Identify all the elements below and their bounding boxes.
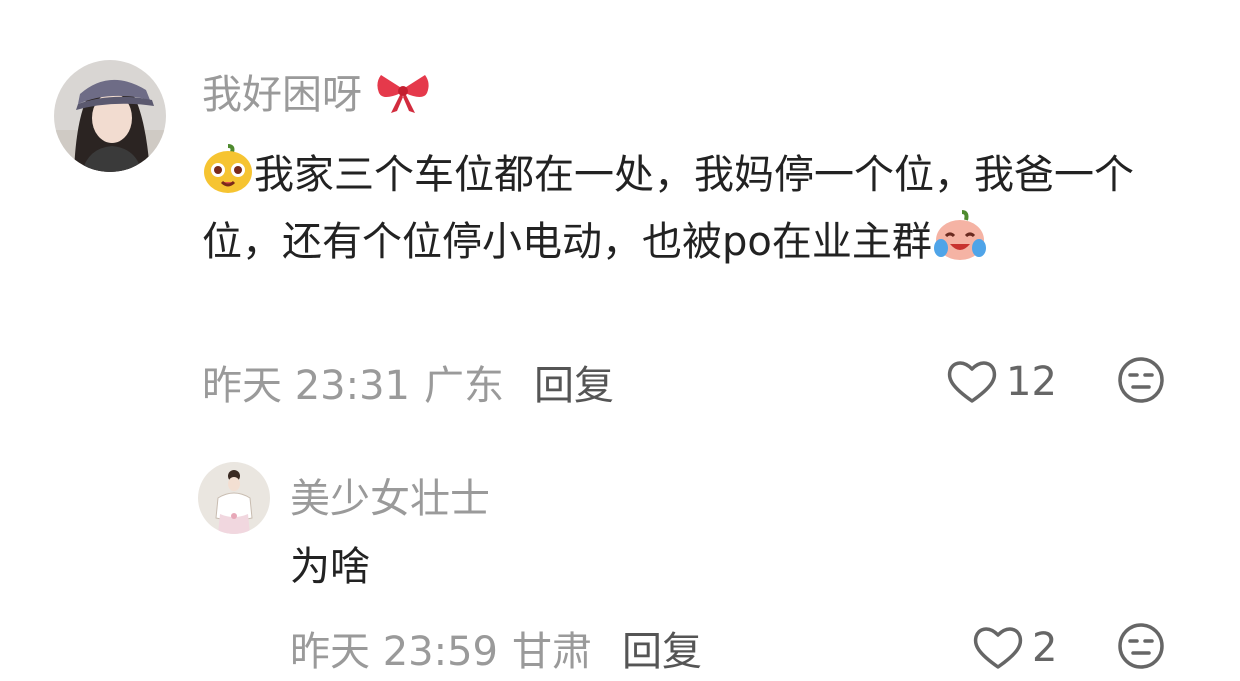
heart-icon — [946, 359, 998, 405]
bow-icon — [375, 69, 431, 125]
heart-icon — [972, 625, 1024, 671]
like-count: 12 — [1006, 359, 1057, 405]
orange-face-emoji-icon — [202, 144, 254, 210]
reply-avatar[interactable] — [198, 462, 270, 534]
comment-username[interactable]: 我好困呀 — [202, 62, 431, 125]
comment-location: 广东 — [424, 363, 504, 409]
dislike-button[interactable] — [1116, 356, 1166, 408]
reply-dislike-button[interactable] — [1116, 622, 1166, 674]
reply-like-count: 2 — [1032, 625, 1058, 671]
reply-reply-button[interactable]: 回复 — [622, 619, 702, 677]
reply-username[interactable]: 美少女壮士 — [290, 466, 490, 524]
reply-meta: 昨天 23:59 甘肃 回复 — [290, 619, 702, 677]
reply-text: 为啥 — [290, 544, 370, 590]
comment-text: 我家三个车位都在一处，我妈停一个位，我爸一个位，还有个位停小电动，也被po在业主… — [202, 144, 1202, 278]
like-button[interactable]: 12 — [946, 356, 1057, 408]
reply-like-button[interactable]: 2 — [972, 622, 1057, 674]
unhappy-face-icon — [1116, 621, 1166, 675]
crying-laughing-emoji-icon — [932, 210, 988, 278]
reply-time: 昨天 23:59 — [290, 629, 498, 675]
comment-meta: 昨天 23:31 广东 回复 — [202, 353, 614, 411]
reply-button[interactable]: 回复 — [534, 353, 614, 411]
comment-time: 昨天 23:31 — [202, 363, 410, 409]
reply-location: 甘肃 — [512, 629, 592, 675]
avatar[interactable] — [54, 60, 166, 172]
unhappy-face-icon — [1116, 355, 1166, 409]
